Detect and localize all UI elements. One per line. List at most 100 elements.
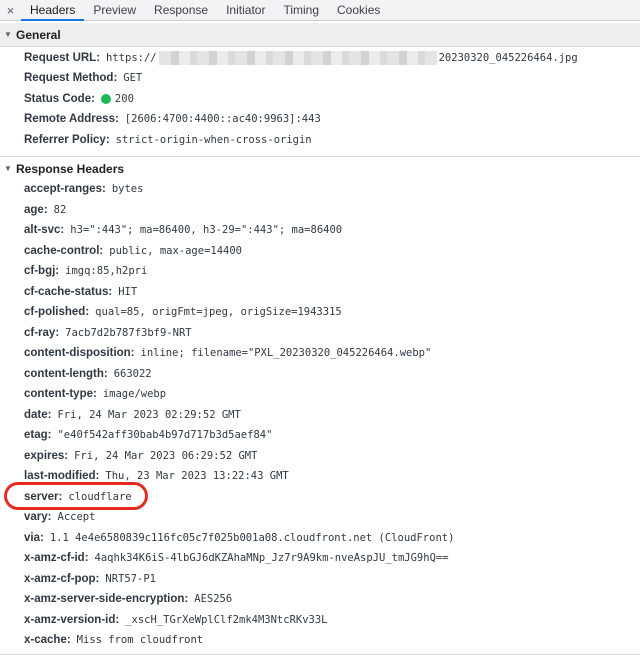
tab-initiator[interactable]: Initiator [217, 0, 274, 20]
redacted-url-segment [158, 51, 437, 65]
request-method-value: GET [123, 72, 143, 84]
response-header-key: content-type: [24, 388, 97, 400]
status-code-key: Status Code: [24, 93, 95, 105]
response-header-key: etag: [24, 429, 52, 441]
response-header-row: etag: "e40f542aff30bab4b97d717b3d5aef84" [24, 425, 272, 445]
response-headers-section-title: Response Headers [16, 161, 125, 176]
response-header-value: inline; filename="PXL_20230320_045226464… [140, 347, 432, 359]
bottom-divider [0, 654, 640, 655]
remote-address-row: Remote Address: [2606:4700:4400::ac40:99… [24, 109, 321, 129]
response-header-key: date: [24, 408, 52, 421]
referrer-policy-value: strict-origin-when-cross-origin [115, 134, 312, 146]
response-header-value: "e40f542aff30bab4b97d717b3d5aef84" [57, 429, 273, 441]
collapse-triangle-icon[interactable]: ▼ [0, 164, 16, 173]
response-header-key: x-amz-server-side-encryption: [24, 593, 189, 605]
response-header-key: vary: [24, 511, 52, 523]
response-header-value: _xscH_TGrXeWplClf2mk4M3NtcRKv33L [125, 613, 328, 626]
response-header-value: 82 [53, 203, 67, 216]
collapse-triangle-icon[interactable]: ▼ [0, 30, 16, 39]
response-header-key: x-amz-cf-pop: [24, 572, 100, 585]
response-header-row: x-cache: Miss from cloudfront [24, 630, 203, 650]
response-header-value: 7acb7d2b787f3bf9-NRT [65, 326, 192, 339]
response-header-key: cache-control: [24, 244, 104, 257]
request-url-key: Request URL: [24, 52, 101, 64]
response-header-key: cf-ray: [24, 326, 60, 339]
tab-headers[interactable]: Headers [21, 0, 85, 21]
response-header-value: AES256 [194, 593, 233, 605]
response-header-key: alt-svc: [24, 224, 65, 236]
response-header-row: x-amz-version-id: _xscH_TGrXeWplClf2mk4M3… [24, 610, 328, 630]
response-header-key: via: [24, 531, 44, 544]
response-header-value: 663022 [113, 367, 152, 380]
response-header-value: NRT57-P1 [105, 572, 156, 585]
referrer-policy-row: Referrer Policy: strict-origin-when-cros… [24, 130, 312, 150]
request-method-key: Request Method: [24, 72, 118, 84]
response-header-value: 1.1 4e4e6580839c116fc05c7f025b001a08.clo… [49, 531, 455, 544]
response-header-key: cf-polished: [24, 306, 90, 318]
response-header-key: x-cache: [24, 634, 71, 646]
response-header-row: content-disposition: inline; filename="PX… [24, 343, 431, 363]
general-section-title: General [16, 27, 61, 42]
response-header-value: Thu, 23 Mar 2023 13:22:43 GMT [105, 470, 289, 482]
devtools-tab-bar: × Headers Preview Response Initiator Tim… [0, 0, 640, 21]
tab-preview[interactable]: Preview [84, 0, 145, 20]
request-url-suffix: 20230320_045226464.jpg [438, 52, 578, 64]
request-url-prefix: https:// [106, 52, 157, 64]
response-header-key: accept-ranges: [24, 183, 106, 195]
response-header-value: image/webp [102, 388, 167, 400]
response-header-value: Miss from cloudfront [76, 634, 204, 646]
response-header-key: last-modified: [24, 470, 100, 482]
remote-address-value: [2606:4700:4400::ac40:9963]:443 [124, 113, 321, 125]
response-header-key: expires: [24, 449, 69, 462]
tab-cookies[interactable]: Cookies [328, 0, 389, 20]
tab-response[interactable]: Response [145, 0, 217, 20]
request-method-row: Request Method: GET [24, 68, 142, 88]
response-header-key: x-amz-cf-id: [24, 552, 89, 564]
response-header-key: cf-bgj: [24, 265, 60, 277]
referrer-policy-key: Referrer Policy: [24, 134, 110, 146]
response-header-value: Fri, 24 Mar 2023 02:29:52 GMT [57, 408, 241, 421]
response-header-row: cf-polished: qual=85, origFmt=jpeg, origS… [24, 302, 342, 322]
response-header-key: cf-cache-status: [24, 285, 113, 298]
response-header-row: x-amz-cf-pop: NRT57-P1 [24, 569, 156, 589]
status-code-value: 200 [114, 93, 134, 105]
response-header-row: via: 1.1 4e4e6580839c116fc05c7f025b001a08… [24, 528, 454, 548]
response-headers-section-header[interactable]: ▼ Response Headers [0, 156, 640, 180]
response-header-row: accept-ranges: bytes [24, 179, 143, 199]
response-header-row: date: Fri, 24 Mar 2023 02:29:52 GMT [24, 405, 241, 425]
response-header-value: public, max-age=14400 [109, 244, 243, 257]
status-code-row: Status Code: 200 [24, 89, 134, 109]
status-ok-icon [100, 94, 111, 104]
response-header-row: cf-cache-status: HIT [24, 282, 137, 302]
request-url-row: Request URL: https:// 20230320_045226464… [24, 48, 578, 68]
close-icon[interactable]: × [0, 0, 21, 20]
response-header-value: HIT [118, 285, 138, 298]
response-header-row: cf-ray: 7acb7d2b787f3bf9-NRT [24, 323, 192, 343]
response-header-row: x-amz-cf-id: 4aqhk34K6iS-4lbGJ6dKZAhaMNp_… [24, 548, 449, 568]
response-header-value: Accept [57, 511, 96, 523]
response-header-key: content-disposition: [24, 347, 135, 359]
response-header-key: age: [24, 203, 48, 216]
response-header-value: bytes [111, 183, 144, 195]
response-header-row: content-length: 663022 [24, 364, 152, 384]
server-header-highlight-annotation [4, 482, 148, 510]
remote-address-key: Remote Address: [24, 113, 119, 125]
response-header-key: x-amz-version-id: [24, 613, 120, 626]
response-header-row: content-type: image/webp [24, 384, 166, 404]
response-header-value: 4aqhk34K6iS-4lbGJ6dKZAhaMNp_Jz7r9A9km-nv… [94, 552, 449, 564]
response-header-row: cf-bgj: imgq:85,h2pri [24, 261, 147, 281]
response-header-row: vary: Accept [24, 507, 95, 527]
response-header-value: qual=85, origFmt=jpeg, origSize=1943315 [95, 306, 342, 318]
response-header-row: x-amz-server-side-encryption: AES256 [24, 589, 232, 609]
response-header-row: cache-control: public, max-age=14400 [24, 241, 242, 261]
response-header-row: alt-svc: h3=":443"; ma=86400, h3-29=":443… [24, 220, 342, 240]
general-section-header[interactable]: ▼ General [0, 23, 640, 47]
response-header-row: age: 82 [24, 200, 66, 220]
tab-timing[interactable]: Timing [274, 0, 328, 20]
response-header-value: imgq:85,h2pri [65, 265, 148, 277]
response-header-key: content-length: [24, 367, 108, 380]
request-url-value[interactable]: https:// 20230320_045226464.jpg [100, 51, 578, 65]
response-header-value: Fri, 24 Mar 2023 06:29:52 GMT [74, 449, 258, 462]
response-header-value: h3=":443"; ma=86400, h3-29=":443"; ma=86… [70, 224, 343, 236]
response-header-row: expires: Fri, 24 Mar 2023 06:29:52 GMT [24, 446, 257, 466]
